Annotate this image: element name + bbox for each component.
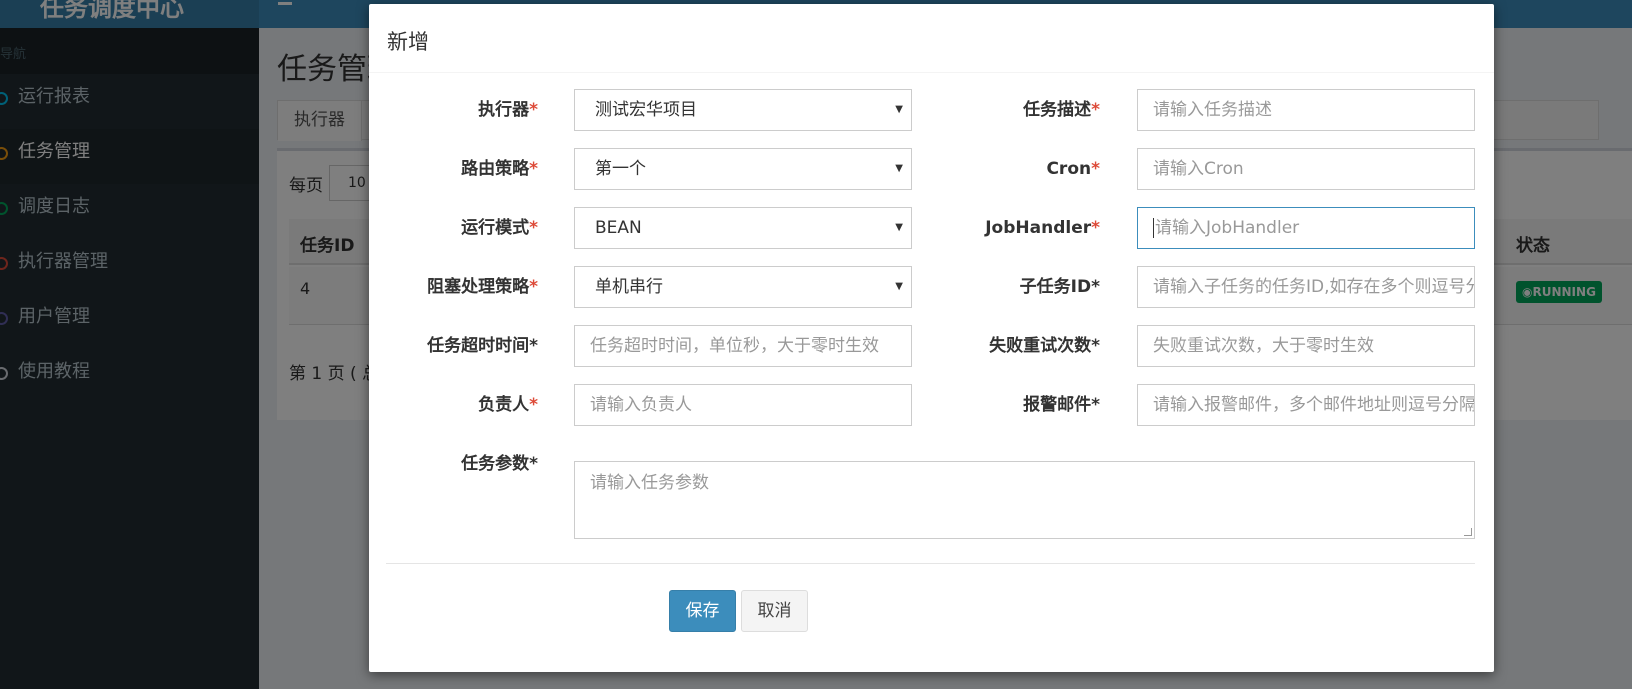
author-label: 负责人*: [478, 395, 538, 415]
executor-label: 执行器*: [478, 100, 538, 120]
add-job-modal: 新增 执行器* 测试宏华项目 ▼ 任务描述* 请输入任务描述 路由策略* 第一个 ▼…: [369, 4, 1494, 672]
job-handler-input[interactable]: 请输入JobHandler: [1137, 207, 1475, 249]
job-handler-label: JobHandler*: [985, 218, 1100, 238]
retry-count-input[interactable]: 失败重试次数，大于零时生效: [1137, 325, 1475, 367]
executor-select[interactable]: 测试宏华项目 ▼: [574, 89, 912, 131]
caret-down-icon: ▼: [895, 104, 903, 115]
caret-down-icon: ▼: [895, 222, 903, 233]
route-strategy-select[interactable]: 第一个 ▼: [574, 148, 912, 190]
cancel-button[interactable]: 取消: [741, 590, 808, 632]
form-row: 路由策略* 第一个 ▼ Cron* 请输入Cron: [369, 148, 1494, 190]
caret-down-icon: ▼: [895, 281, 903, 292]
alarm-email-label: 报警邮件*: [1023, 395, 1100, 415]
child-job-input[interactable]: 请输入子任务的任务ID,如存在多个则逗号分隔: [1137, 266, 1475, 308]
resize-handle-icon[interactable]: [1464, 528, 1472, 536]
form-row: 阻塞处理策略* 单机串行 ▼ 子任务ID* 请输入子任务的任务ID,如存在多个则逗…: [369, 266, 1494, 308]
timeout-input[interactable]: 任务超时时间，单位秒，大于零时生效: [574, 325, 912, 367]
child-job-label: 子任务ID*: [1019, 277, 1100, 297]
alarm-email-input[interactable]: 请输入报警邮件，多个邮件地址则逗号分隔: [1137, 384, 1475, 426]
text-cursor: [1153, 218, 1154, 238]
form-row: 负责人* 请输入负责人 报警邮件* 请输入报警邮件，多个邮件地址则逗号分隔: [369, 384, 1494, 426]
author-input[interactable]: 请输入负责人: [574, 384, 912, 426]
job-desc-input[interactable]: 请输入任务描述: [1137, 89, 1475, 131]
run-mode-label: 运行模式*: [461, 218, 538, 238]
timeout-label: 任务超时时间*: [427, 336, 538, 356]
save-button[interactable]: 保存: [669, 590, 736, 632]
modal-title: 新增: [369, 4, 1494, 73]
form-row: 执行器* 测试宏华项目 ▼ 任务描述* 请输入任务描述: [369, 89, 1494, 131]
cron-input[interactable]: 请输入Cron: [1137, 148, 1475, 190]
route-strategy-label: 路由策略*: [461, 159, 538, 179]
job-param-textarea[interactable]: 请输入任务参数: [574, 461, 1475, 539]
divider: [386, 563, 1475, 564]
retry-count-label: 失败重试次数*: [989, 336, 1100, 356]
block-strategy-select[interactable]: 单机串行 ▼: [574, 266, 912, 308]
caret-down-icon: ▼: [895, 163, 903, 174]
form-row: 运行模式* BEAN ▼ JobHandler* 请输入JobHandler: [369, 207, 1494, 249]
cron-label: Cron*: [1046, 159, 1100, 179]
job-desc-label: 任务描述*: [1023, 100, 1100, 120]
job-param-label: 任务参数*: [461, 454, 538, 474]
run-mode-select[interactable]: BEAN ▼: [574, 207, 912, 249]
block-strategy-label: 阻塞处理策略*: [427, 277, 538, 297]
form-row: 任务超时时间* 任务超时时间，单位秒，大于零时生效 失败重试次数* 失败重试次数…: [369, 325, 1494, 367]
